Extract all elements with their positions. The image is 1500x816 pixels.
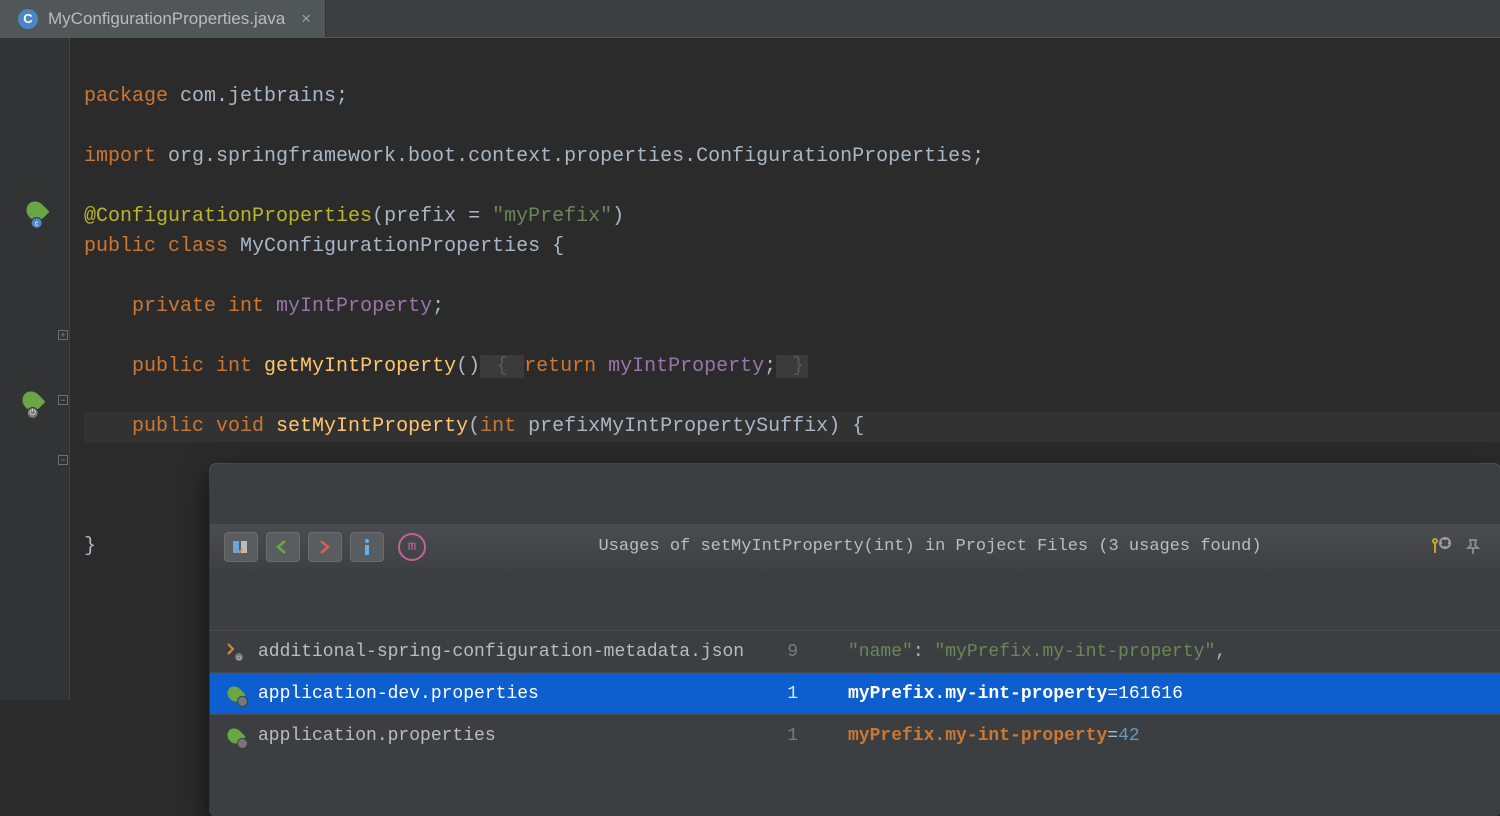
code-token: setMyIntProperty [264,415,468,438]
usage-file-name: additional-spring-configuration-metadata… [258,637,728,667]
code-token: public class [84,235,228,258]
usage-preview: "name": "myPrefix.my-int-property", [798,637,1486,667]
fold-marker-icon[interactable]: − [58,395,68,405]
usage-line-number: 1 [728,721,798,751]
usage-row[interactable]: application-dev.properties1myPrefix.my-i… [210,672,1500,714]
tab-bar: C MyConfigurationProperties.java × [0,0,1500,38]
code-token: ) { [828,415,864,438]
code-token: package [84,85,168,108]
spring-gutter-icon[interactable]: c [22,200,50,222]
usage-row[interactable]: application.properties1myPrefix.my-int-p… [210,714,1500,756]
usage-line-number: 9 [728,637,798,667]
spring-gutter-icon[interactable]: ⏻ [18,390,46,412]
usage-preview: myPrefix.my-int-property=161616 [798,679,1486,709]
usage-file-name: application.properties [258,721,728,751]
code-token: org.springframework.boot.context.propert… [156,145,984,168]
next-usage-button[interactable] [308,532,342,562]
close-tab-icon[interactable]: × [301,9,311,29]
usage-row[interactable]: ⏻ additional-spring-configuration-metadat… [210,630,1500,672]
code-token: { [480,355,524,378]
code-token: int [480,415,516,438]
usage-preview: myPrefix.my-int-property=42 [798,721,1486,751]
usage-line-number: 1 [728,679,798,709]
code-token: myIntProperty [264,295,432,318]
code-token: ; [432,295,444,318]
pin-icon[interactable] [1460,534,1486,560]
code-token: myIntProperty [596,355,764,378]
fold-marker-icon[interactable]: + [58,330,68,340]
code-token: public void [132,415,264,438]
code-editor[interactable]: package com.jetbrains; import org.spring… [70,38,1500,700]
info-button[interactable] [350,532,384,562]
editor-gutter: c + ⏻ − − [0,38,70,700]
code-token: } [776,355,808,378]
code-token: MyConfigurationProperties [228,235,552,258]
usages-popup-header: m Usages of setMyIntProperty(int) in Pro… [210,524,1500,570]
code-token: com.jetbrains; [168,85,348,108]
properties-file-icon [224,683,246,705]
code-token: private int [132,295,264,318]
code-token: import [84,145,156,168]
class-icon: C [18,9,38,29]
code-token: prefix = [384,205,492,228]
code-token: ) [612,205,624,228]
svg-text:⏻: ⏻ [237,655,242,662]
code-token: public int [132,355,252,378]
usages-list: ⏻ additional-spring-configuration-metadat… [210,630,1500,756]
method-badge-icon: m [398,533,426,561]
code-token: ( [372,205,384,228]
code-token: ( [468,415,480,438]
usages-popup-title: Usages of setMyIntProperty(int) in Proje… [438,532,1422,562]
code-token: } [84,535,96,558]
settings-icon[interactable] [1428,534,1454,560]
code-token: { [552,235,564,258]
fold-marker-icon[interactable]: − [58,455,68,465]
prev-usage-button[interactable] [266,532,300,562]
show-in-find-button[interactable] [224,532,258,562]
code-token: ; [764,355,776,378]
json-file-icon: ⏻ [224,641,246,663]
tab-filename: MyConfigurationProperties.java [48,9,285,29]
code-token: () [456,355,480,378]
usages-popup: m Usages of setMyIntProperty(int) in Pro… [210,464,1500,816]
editor-tab[interactable]: C MyConfigurationProperties.java × [0,0,326,37]
code-token: prefixMyIntPropertySuffix [516,415,828,438]
properties-file-icon [224,725,246,747]
code-token: getMyIntProperty [252,355,456,378]
usage-file-name: application-dev.properties [258,679,728,709]
code-token: return [524,355,596,378]
code-token: "myPrefix" [492,205,612,228]
code-token: @ConfigurationProperties [84,205,372,228]
